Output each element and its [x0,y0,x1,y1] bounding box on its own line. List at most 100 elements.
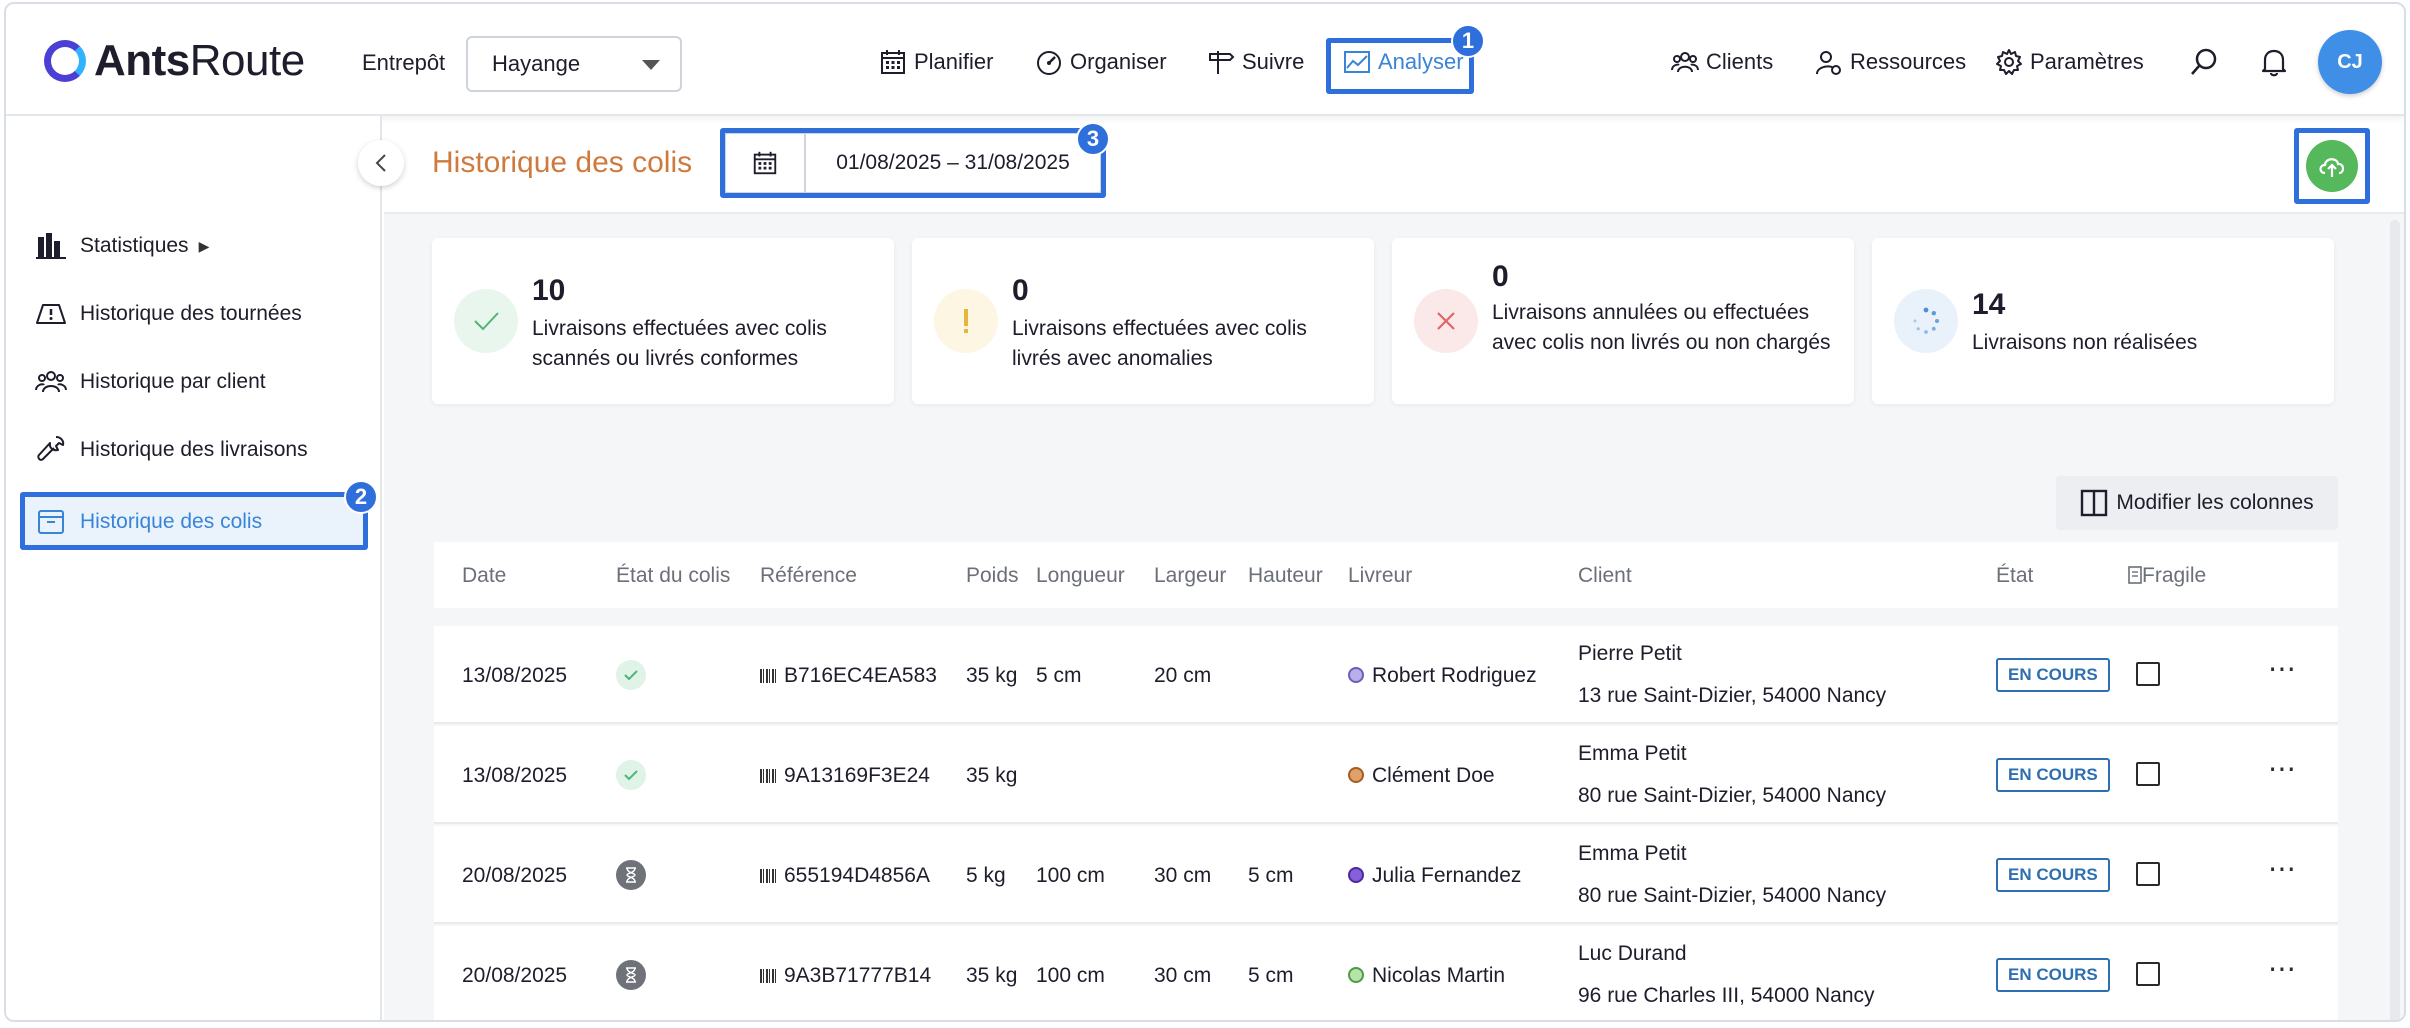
row-actions-button[interactable]: ⋯ [2268,952,2297,985]
delivered-check-icon [616,760,646,790]
cross-icon [1414,289,1478,353]
table-row[interactable]: 13/08/2025 B716EC4EA583 35 kg 5 cm 20 cm… [434,626,2338,724]
cell-width: 30 cm [1154,864,1212,887]
spinner-icon [1894,289,1958,353]
entrepot-select[interactable]: Hayange [466,36,682,92]
col-header-state[interactable]: État du colis [616,564,730,588]
stat-description: Livraisons effectuées avec colis scannés… [532,317,827,370]
highlight-box-3 [720,128,1106,198]
reference-value: 9A3B71777B14 [784,964,932,987]
submenu-arrow-icon: ▶ [198,237,210,254]
cell-client-name: Pierre Petit [1578,642,1682,665]
cell-weight: 35 kg [966,664,1018,687]
table-row[interactable]: 20/08/2025 655194D4856A 5 kg 100 cm 30 c… [434,826,2338,924]
cell-height: 5 cm [1248,964,1294,987]
cell-reference[interactable]: 9A13169F3E24 [760,764,930,788]
entrepot-select-value: Hayange [492,51,581,76]
cell-reference[interactable]: 655194D4856A [760,864,930,888]
sidebar-item-statistiques[interactable]: Statistiques ▶ [34,222,209,270]
stat-value: 14 [1972,288,2006,321]
annotation-badge-1: 1 [1451,24,1485,58]
nav-clients[interactable]: Clients [1670,44,1773,80]
stat-value: 10 [532,274,566,307]
cell-client-address: 80 rue Saint-Dizier, 54000 Nancy [1578,784,1887,807]
nav-suivre[interactable]: Suivre [1206,44,1304,80]
nav-ressources[interactable]: Ressources [1814,44,1966,80]
modify-columns-button[interactable]: Modifier les colonnes [2056,476,2338,530]
fragile-checkbox[interactable] [2136,862,2160,886]
entrepot-label: Entrepôt [362,50,446,75]
search-icon [2191,48,2217,75]
user-avatar[interactable]: CJ [2318,30,2382,94]
cell-length: 100 cm [1036,864,1105,887]
logo-text-light: Route [189,36,305,85]
sidebar-item-historique-client-label: Historique par client [80,370,266,393]
gear-icon [1996,49,2022,75]
cell-client-address: 80 rue Saint-Dizier, 54000 Nancy [1578,884,1887,907]
cell-length: 100 cm [1036,964,1105,987]
cell-weight: 5 kg [966,864,1006,887]
driver-name: Robert Rodriguez [1372,664,1537,687]
col-header-length[interactable]: Longueur [1036,564,1125,588]
col-header-status[interactable]: État [1996,564,2033,588]
status-badge: EN COURS [1996,658,2110,692]
cell-driver: Robert Rodriguez [1348,664,1537,688]
nav-clients-label: Clients [1706,49,1774,74]
nav-parametres[interactable]: Paramètres [1994,44,2144,80]
col-header-width[interactable]: Largeur [1154,564,1226,588]
search-button[interactable] [2186,44,2222,80]
hourglass-icon [616,860,646,890]
cell-reference[interactable]: B716EC4EA583 [760,664,937,688]
fragile-checkbox[interactable] [2136,762,2160,786]
table-row[interactable]: 20/08/2025 9A3B71777B14 35 kg 100 cm 30 … [434,926,2338,1020]
col-header-reference[interactable]: Référence [760,564,857,588]
vertical-scrollbar[interactable] [2390,220,2400,1020]
app-window: AntsRoute Entrepôt Hayange Planifier Org… [4,2,2406,1022]
col-header-height[interactable]: Hauteur [1248,564,1323,588]
row-actions-button[interactable]: ⋯ [2268,652,2297,685]
fragile-checkbox[interactable] [2136,662,2160,686]
col-header-client[interactable]: Client [1578,564,1632,588]
antsroute-logo[interactable]: AntsRoute [44,36,305,86]
map-icon [36,304,66,324]
status-badge: EN COURS [1996,958,2110,992]
status-badge: EN COURS [1996,858,2110,892]
col-header-weight[interactable]: Poids [966,564,1019,588]
cell-date: 13/08/2025 [462,764,568,787]
bell-icon [2261,49,2287,77]
hourglass-icon [616,960,646,990]
barcode-icon [760,769,778,783]
sidebar-item-historique-tournees[interactable]: Historique des tournées [34,290,302,338]
annotation-badge-2: 2 [344,480,378,514]
nav-planifier[interactable]: Planifier [878,44,993,80]
delivered-check-icon [616,660,646,690]
top-header: AntsRoute Entrepôt Hayange Planifier Org… [6,4,2404,116]
table-header: Date État du colis Référence Poids Longu… [434,542,2338,608]
row-actions-button[interactable]: ⋯ [2268,852,2297,885]
stat-value: 0 [1012,274,1029,307]
col-header-date[interactable]: Date [462,564,506,588]
page-title: Historique des colis [432,146,693,179]
cell-date: 20/08/2025 [462,964,568,987]
gauge-icon [1037,51,1061,75]
col-header-fragile[interactable]: Fragile [2128,564,2206,588]
stat-card-non-realisees: 14 Livraisons non réalisées [1872,238,2334,404]
fragile-checkbox[interactable] [2136,962,2160,986]
cell-reference[interactable]: 9A3B71777B14 [760,964,931,988]
cell-client-address: 96 rue Charles III, 54000 Nancy [1578,984,1875,1007]
driver-color-dot [1348,867,1364,883]
col-header-driver[interactable]: Livreur [1348,564,1412,588]
sidebar-item-historique-livraisons[interactable]: Historique des livraisons [34,426,308,474]
col-header-fragile-label: Fragile [2142,564,2207,587]
nav-organiser[interactable]: Organiser [1034,44,1167,80]
row-actions-button[interactable]: ⋯ [2268,752,2297,785]
cell-width: 20 cm [1154,664,1212,687]
stat-description: Livraisons effectuées avec colis livrés … [1012,317,1307,370]
table-row[interactable]: 13/08/2025 9A13169F3E24 35 kg Clément Do… [434,726,2338,824]
user-gear-icon [1816,51,1841,75]
sidebar-item-historique-client[interactable]: Historique par client [34,358,266,406]
collapse-sidebar-button[interactable] [358,140,404,186]
notifications-button[interactable] [2256,44,2292,80]
stat-description: Livraisons annulées ou effectuées avec c… [1492,301,1831,354]
status-badge: EN COURS [1996,758,2110,792]
